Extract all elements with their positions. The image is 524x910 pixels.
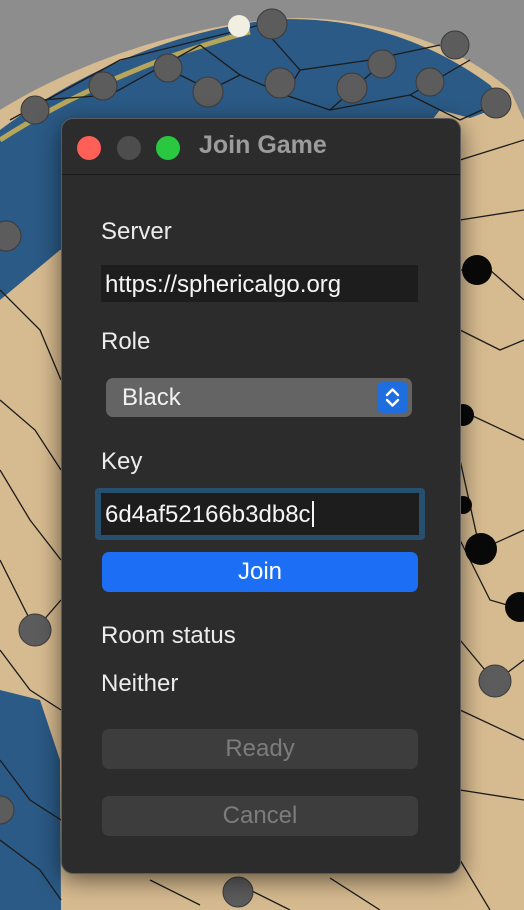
- text-caret: [311, 501, 314, 527]
- key-label: Key: [101, 448, 143, 475]
- server-label: Server: [101, 218, 172, 245]
- zoom-window-button[interactable]: [156, 136, 180, 160]
- key-field-focus-ring: 6d4af52166b3db8c: [95, 488, 425, 540]
- cancel-button[interactable]: Cancel: [102, 796, 418, 836]
- minimize-window-button[interactable]: [117, 136, 141, 160]
- key-field-value: 6d4af52166b3db8c: [105, 501, 311, 528]
- close-window-button[interactable]: [77, 136, 101, 160]
- window-title: Join Game: [199, 131, 327, 159]
- up-down-chevron-icon: [377, 382, 408, 413]
- server-field[interactable]: https://sphericalgo.org: [101, 265, 418, 302]
- room-status-value: Neither: [101, 670, 179, 697]
- title-bar: Join Game: [62, 119, 460, 175]
- role-label: Role: [101, 328, 151, 355]
- key-field[interactable]: 6d4af52166b3db8c: [101, 493, 419, 535]
- role-select[interactable]: Black: [106, 378, 412, 417]
- join-button[interactable]: Join: [102, 552, 418, 592]
- join-game-dialog: Join Game Server https://sphericalgo.org…: [61, 118, 461, 874]
- room-status-label: Room status: [101, 622, 236, 649]
- ready-button[interactable]: Ready: [102, 729, 418, 769]
- role-select-value: Black: [122, 384, 181, 411]
